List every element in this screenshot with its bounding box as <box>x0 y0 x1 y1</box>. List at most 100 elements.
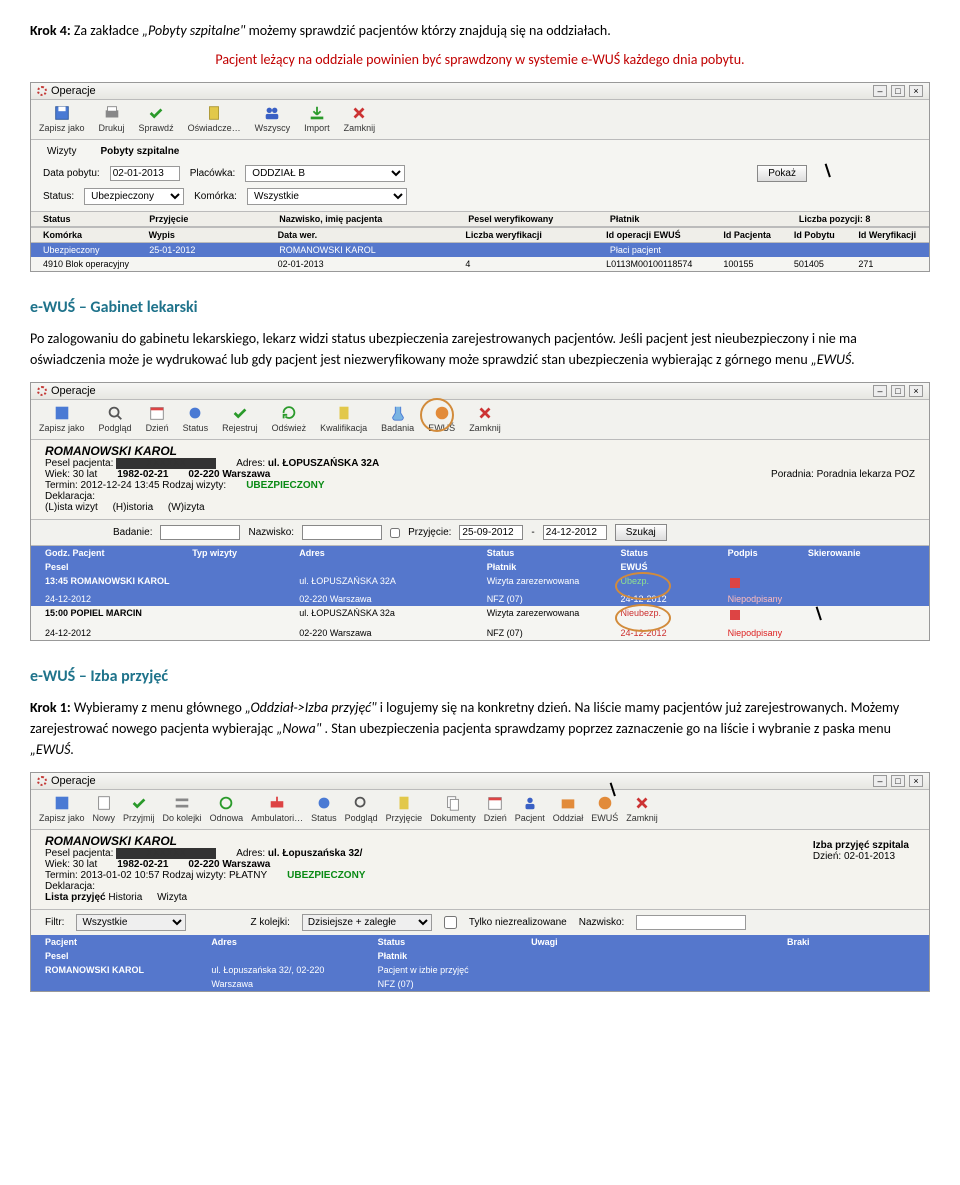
tb-dokumenty[interactable]: Dokumenty <box>430 794 476 823</box>
tb-kwalif[interactable]: Kwalifikacja <box>320 404 367 433</box>
table-row[interactable]: 4910 Blok operacyjny02-01-20134L0113M001… <box>31 257 929 271</box>
tb-podglad[interactable]: Podgląd <box>345 794 378 823</box>
max-button[interactable]: □ <box>891 85 905 97</box>
tb-nowy[interactable]: Nowy <box>93 794 116 823</box>
table-row[interactable]: 15:00 POPIEL MARCINul. ŁOPUSZAŃSKA 32aWi… <box>31 606 929 626</box>
min-button[interactable]: – <box>873 85 887 97</box>
tb-wszyscy[interactable]: Wszyscy <box>255 104 291 133</box>
max-button[interactable]: □ <box>891 385 905 397</box>
input-nazwisko[interactable] <box>302 525 382 540</box>
titlebar: Operacje – □ × <box>31 773 929 790</box>
table-row[interactable]: 24-12-201202-220 WarszawaNFZ (07)24-12-2… <box>31 592 929 606</box>
checkbox-tylko[interactable] <box>444 916 457 929</box>
warning-line: Pacjent leżący na oddziale powinien być … <box>30 49 930 70</box>
tb-zamknij[interactable]: Zamknij <box>469 404 501 433</box>
tb-status[interactable]: Status <box>311 794 337 823</box>
window-title: Operacje <box>51 385 96 397</box>
date-to[interactable] <box>543 525 607 540</box>
tb-ewus[interactable]: EWUŚ <box>428 404 455 433</box>
tb-zapisz[interactable]: Zapisz jako <box>39 104 85 133</box>
tb-dzien[interactable]: Dzień <box>484 794 507 823</box>
gear-icon <box>37 386 47 396</box>
close-button[interactable]: × <box>909 385 923 397</box>
tb-sprawdz[interactable]: Sprawdź <box>139 104 174 133</box>
pesel-redacted: XXXXXX <box>116 848 216 859</box>
tb-rejestruj[interactable]: Rejestruj <box>222 404 258 433</box>
subtabs: Lista przyjęć Historia Wizyta <box>45 892 915 903</box>
tb-ambul[interactable]: Ambulatori… <box>251 794 303 823</box>
table-row[interactable]: Ubezpieczony25-01-2012ROMANOWSKI KAROLPł… <box>31 243 929 257</box>
input-nazwisko[interactable] <box>636 915 746 930</box>
table-header-1b: KomórkaWypisData wer.Liczba weryfikacjiI… <box>31 227 929 243</box>
toolbar: Zapisz jako Nowy Przyjmij Do kolejki Odn… <box>31 790 929 830</box>
subtab-historia[interactable]: Historia <box>108 892 142 903</box>
titlebar: Operacje – □ × <box>31 383 929 400</box>
table-header: PacjentAdresStatusUwagiBraki <box>31 935 929 949</box>
tb-zapisz[interactable]: Zapisz jako <box>39 794 85 823</box>
tb-zamknij[interactable]: Zamknij <box>344 104 376 133</box>
tb-pacjent[interactable]: Pacjent <box>515 794 545 823</box>
select-kolejka[interactable]: Dzisiejsze + zaległe <box>302 914 432 931</box>
filters-2: Status: Ubezpieczony Komórka: Wszystkie <box>31 188 929 211</box>
input-badanie[interactable] <box>160 525 240 540</box>
select-komorka[interactable]: Wszystkie <box>247 188 407 205</box>
step-label: Krok 4: <box>30 22 74 39</box>
tb-import[interactable]: Import <box>304 104 330 133</box>
para-gabinet: Po zalogowaniu do gabinetu lekarskiego, … <box>30 328 930 370</box>
tb-podglad[interactable]: Podgląd <box>99 404 132 433</box>
tab-pobyty[interactable]: Pobyty szpitalne <box>94 144 185 159</box>
subtabs: (L)ista wizyt (H)istoria (W)izyta <box>45 502 915 513</box>
select-status[interactable]: Ubezpieczony <box>84 188 184 205</box>
tb-dzien[interactable]: Dzień <box>146 404 169 433</box>
tb-ewus[interactable]: EWUŚ <box>591 794 618 823</box>
gear-icon <box>37 86 47 96</box>
window-title: Operacje <box>51 85 96 97</box>
sign-icon <box>728 576 742 590</box>
tb-kolejki[interactable]: Do kolejki <box>163 794 202 823</box>
tb-zamknij[interactable]: Zamknij <box>626 794 658 823</box>
table-row[interactable]: ROMANOWSKI KAROLul. Łopuszańska 32/, 02-… <box>31 963 929 977</box>
close-button[interactable]: × <box>909 775 923 787</box>
szukaj-button[interactable]: Szukaj <box>615 524 667 541</box>
pesel-redacted: XXXXXX <box>116 458 216 469</box>
tb-oswiadcz[interactable]: Oświadcze… <box>188 104 241 133</box>
patient-info: ROMANOWSKI KAROL Pesel pacjenta: XXXXXX … <box>31 440 929 520</box>
select-placowka[interactable]: ODDZIAŁ B <box>245 165 405 182</box>
filters: Filtr: Wszystkie Z kolejki: Dzisiejsze +… <box>31 910 929 935</box>
tb-przyjmij[interactable]: Przyjmij <box>123 794 155 823</box>
tb-drukuj[interactable]: Drukuj <box>99 104 125 133</box>
gear-icon <box>37 776 47 786</box>
window-operacje-3: Operacje – □ × Zapisz jako Nowy Przyjmij… <box>30 772 930 992</box>
close-button[interactable]: × <box>909 85 923 97</box>
select-filtr[interactable]: Wszystkie <box>76 914 186 931</box>
tb-status[interactable]: Status <box>183 404 209 433</box>
window-title: Operacje <box>51 775 96 787</box>
subtab-historia[interactable]: (H)istoria <box>113 502 154 513</box>
patient-info: ROMANOWSKI KAROL Pesel pacjenta: XXXXXX … <box>31 830 929 910</box>
filters-1: Data pobytu: Placówka: ODDZIAŁ B Pokaż <box>31 159 929 188</box>
table-row[interactable]: 13:45 ROMANOWSKI KAROLul. ŁOPUSZAŃSKA 32… <box>31 574 929 592</box>
input-data-pobytu[interactable] <box>110 166 180 181</box>
tb-oddzial[interactable]: Oddział <box>553 794 584 823</box>
tb-zapisz[interactable]: Zapisz jako <box>39 404 85 433</box>
subtab-lista[interactable]: Lista przyjęć <box>45 892 106 903</box>
table-header2: PeselPłatnikEWUŚ <box>31 560 929 574</box>
min-button[interactable]: – <box>873 775 887 787</box>
subtab-wizyta[interactable]: (W)izyta <box>168 502 205 513</box>
max-button[interactable]: □ <box>891 775 905 787</box>
date-from[interactable] <box>459 525 523 540</box>
checkbox-przyjecie[interactable] <box>390 528 400 538</box>
table-row[interactable]: WarszawaNFZ (07) <box>31 977 929 991</box>
subtab-lista[interactable]: (L)ista wizyt <box>45 502 98 513</box>
para-izba: Krok 1: Wybieramy z menu głównego „Oddzi… <box>30 697 930 760</box>
tb-odswiez[interactable]: Odśwież <box>272 404 307 433</box>
tb-badania[interactable]: Badania <box>381 404 414 433</box>
min-button[interactable]: – <box>873 385 887 397</box>
tb-przyjecie[interactable]: Przyjęcie <box>386 794 423 823</box>
pokaz-button[interactable]: Pokaż <box>757 165 807 182</box>
subtab-wizyta[interactable]: Wizyta <box>157 892 187 903</box>
tab-wizyty[interactable]: Wizyty <box>41 144 82 159</box>
table-row[interactable]: 24-12-201202-220 WarszawaNFZ (07)24-12-2… <box>31 626 929 640</box>
tb-odnowa[interactable]: Odnowa <box>210 794 244 823</box>
table-header-1: StatusPrzyjęcieNazwisko, imię pacjentaPe… <box>31 211 929 227</box>
